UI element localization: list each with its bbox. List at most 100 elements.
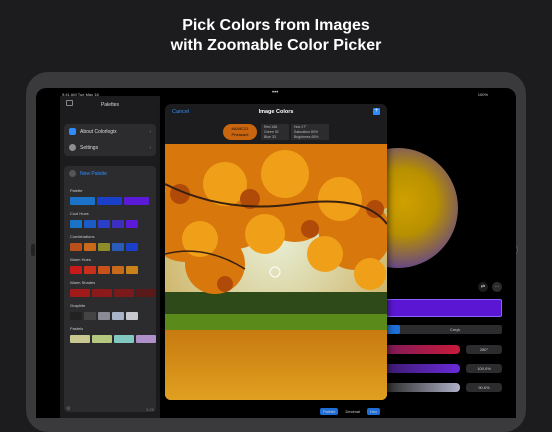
- color-swatch[interactable]: [70, 243, 82, 251]
- color-swatch[interactable]: [84, 266, 96, 274]
- picked-name: Pheasant: [231, 132, 249, 137]
- hsb-value: 65%: [311, 135, 319, 139]
- color-swatch[interactable]: [112, 312, 124, 320]
- headline: Pick Colors from Images with Zoomable Co…: [0, 16, 552, 56]
- settings-gear-icon[interactable]: ⚙: [66, 406, 70, 412]
- saturation-slider[interactable]: [380, 364, 460, 373]
- palette-label[interactable]: Graphite: [70, 303, 156, 309]
- palette-swatches[interactable]: [70, 220, 156, 228]
- palette-swatches[interactable]: [70, 289, 156, 297]
- color-swatch[interactable]: [70, 289, 90, 297]
- rgb-value: 33: [272, 135, 276, 139]
- sidebar-item-label: About Colorlogix: [80, 129, 117, 135]
- app-icon: [69, 128, 76, 135]
- hsb-label: Hue: [294, 125, 301, 129]
- new-palette-label: New Palette: [80, 171, 107, 177]
- color-swatch[interactable]: [98, 312, 110, 320]
- hue-stepper[interactable]: 280°: [466, 345, 502, 354]
- headline-line-1: Pick Colors from Images: [182, 17, 370, 34]
- color-swatch[interactable]: [84, 312, 96, 320]
- palette-items: Palette Cool Hues Combinations Warm Hues War…: [64, 188, 156, 343]
- color-swatch[interactable]: [114, 289, 134, 297]
- hsb-label: Saturation: [294, 130, 310, 134]
- rgb-label: Green: [264, 130, 274, 134]
- palette-swatches[interactable]: [70, 335, 156, 343]
- new-palette-button[interactable]: New Palette: [64, 166, 156, 182]
- autumn-tree-photo[interactable]: [165, 144, 387, 400]
- source-photo[interactable]: [165, 144, 387, 400]
- sidebar-item-settings[interactable]: Settings ›: [64, 140, 156, 156]
- cancel-button[interactable]: Cancel: [172, 109, 189, 115]
- palette-label[interactable]: Combinations: [70, 234, 156, 240]
- palette-swatches[interactable]: [70, 312, 156, 320]
- add-color-button[interactable]: +: [373, 108, 380, 115]
- color-swatch[interactable]: [112, 266, 124, 274]
- rgb-value: 92: [274, 130, 279, 134]
- color-swatch[interactable]: [98, 266, 110, 274]
- color-swatch[interactable]: [112, 243, 124, 251]
- headline-line-2: with Zoomable Color Picker: [170, 37, 382, 54]
- picked-color-pill: #AA5C21 Pheasant: [223, 124, 257, 140]
- saturation-stepper[interactable]: 100.0%: [466, 364, 502, 373]
- sidebar: Palettes About Colorlogix › Settings › N…: [60, 96, 160, 418]
- color-swatch[interactable]: [136, 289, 156, 297]
- sidebar-title: Palettes: [100, 102, 120, 108]
- selected-color-bar[interactable]: [380, 299, 502, 317]
- sidebar-menu-group: About Colorlogix › Settings ›: [64, 124, 156, 156]
- rgb-label: Red: [264, 125, 271, 129]
- color-swatch[interactable]: [70, 220, 82, 228]
- color-swatch[interactable]: [126, 312, 138, 320]
- sidebar-item-label: Settings: [80, 145, 99, 151]
- rgb-values: Red 166 Green 92 Blue 33: [261, 124, 289, 140]
- color-swatch[interactable]: [114, 335, 134, 343]
- palette-swatches[interactable]: [70, 197, 156, 205]
- color-swatch[interactable]: [126, 266, 138, 274]
- color-swatch[interactable]: [124, 197, 149, 205]
- sidebar-item-about[interactable]: About Colorlogix ›: [64, 124, 156, 140]
- palette-label[interactable]: Warm Hues: [70, 257, 156, 263]
- swap-icon[interactable]: ⇄: [478, 282, 488, 292]
- color-swatch[interactable]: [97, 197, 122, 205]
- rgb-value: 166: [271, 125, 278, 129]
- more-icon[interactable]: ⋯: [492, 282, 502, 292]
- color-swatch[interactable]: [126, 243, 138, 251]
- color-swatch[interactable]: [126, 220, 138, 228]
- rgb-label: Blue: [264, 135, 272, 139]
- chevron-right-icon: ›: [149, 145, 151, 151]
- palette-label[interactable]: Cool Hues: [70, 211, 156, 217]
- footer-count: 5:25: [146, 407, 154, 412]
- color-swatch[interactable]: [92, 289, 112, 297]
- color-swatch[interactable]: [112, 220, 124, 228]
- brightness-slider[interactable]: [380, 383, 460, 392]
- palette-label[interactable]: Pastels: [70, 326, 156, 332]
- segment-label: Cmyk: [450, 327, 461, 332]
- hue-slider[interactable]: [380, 345, 460, 354]
- color-swatch[interactable]: [84, 220, 96, 228]
- chevron-right-icon: ›: [149, 129, 151, 135]
- brightness-stepper[interactable]: 90.6%: [466, 383, 502, 392]
- color-swatch[interactable]: [98, 243, 110, 251]
- hsb-value: 80%: [310, 130, 318, 134]
- color-swatch[interactable]: [136, 335, 156, 343]
- color-swatch[interactable]: [84, 243, 96, 251]
- palette-label[interactable]: Warm Shades: [70, 280, 156, 286]
- palette-swatches[interactable]: [70, 243, 156, 251]
- palette-swatches[interactable]: [70, 266, 156, 274]
- color-swatch[interactable]: [92, 335, 112, 343]
- hsb-label: Brightness: [294, 135, 311, 139]
- palette-label[interactable]: Palette: [70, 188, 156, 194]
- image-colors-sheet: Image Colors Cancel + #AA5C21 Pheasant R…: [165, 104, 387, 400]
- palette-list: New Palette Palette Cool Hues Combinations…: [64, 166, 156, 412]
- sheet-title: Image Colors: [258, 109, 294, 115]
- color-swatch[interactable]: [70, 335, 90, 343]
- side-button: [31, 244, 35, 256]
- color-swatch[interactable]: [98, 220, 110, 228]
- gear-icon: [69, 144, 76, 151]
- color-model-segmented[interactable]: Cmyk: [380, 325, 502, 334]
- hsb-value: 27°: [301, 125, 307, 129]
- color-swatch[interactable]: [70, 197, 95, 205]
- color-swatch[interactable]: [70, 312, 82, 320]
- color-swatch[interactable]: [70, 266, 82, 274]
- plus-circle-icon: [69, 170, 76, 177]
- hsb-values: Hue 27° Saturation 80% Brightness 65%: [291, 124, 329, 140]
